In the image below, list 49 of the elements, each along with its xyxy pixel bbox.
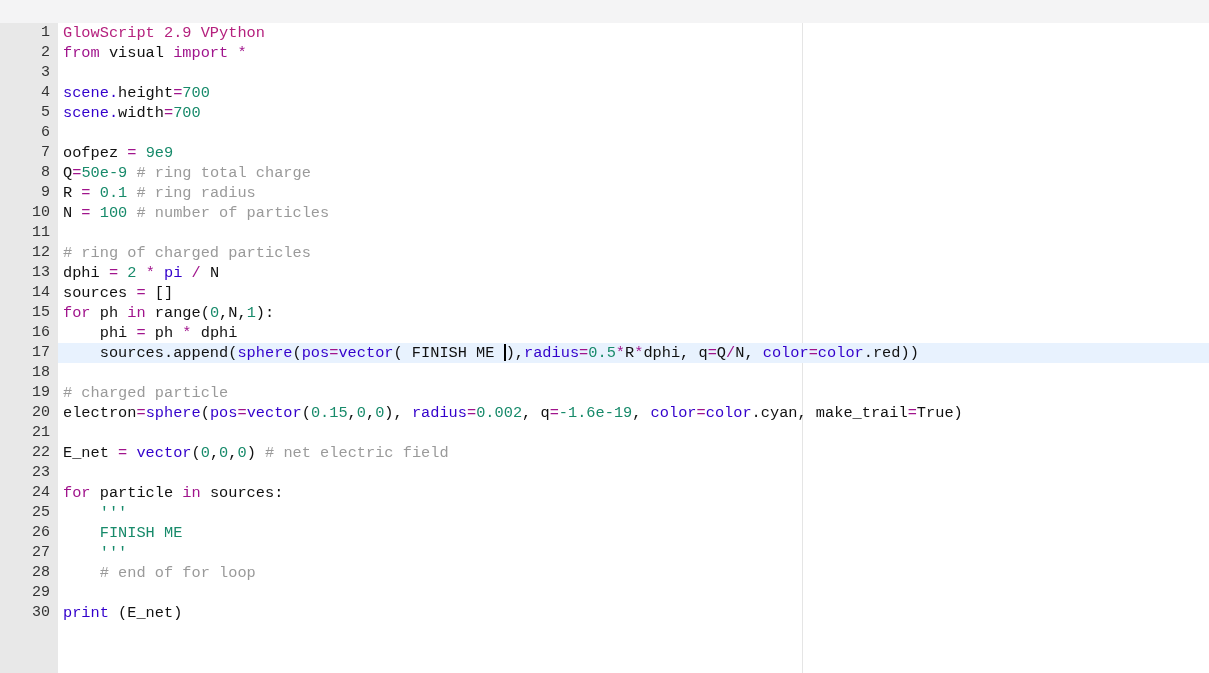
line-number: 13	[31, 263, 51, 283]
line-number: 11	[31, 223, 51, 243]
line-number: 23	[31, 463, 51, 483]
line-number: 30	[31, 603, 51, 623]
line-number: 14	[31, 283, 51, 303]
code-line[interactable]: N = 100 # number of particles	[58, 203, 1209, 223]
line-number: 26	[31, 523, 51, 543]
code-line[interactable]: E_net = vector(0,0,0) # net electric field	[58, 443, 1209, 463]
code-line[interactable]: '''	[58, 543, 1209, 563]
code-line[interactable]: dphi = 2 * pi / N	[58, 263, 1209, 283]
line-number: 21	[31, 423, 51, 443]
code-line[interactable]: phi = ph * dphi	[58, 323, 1209, 343]
line-number: 1	[40, 23, 51, 43]
line-number: 29	[31, 583, 51, 603]
line-number: 20	[31, 403, 51, 423]
line-number: 9	[40, 183, 51, 203]
line-number: 2	[40, 43, 51, 63]
line-number: 15	[31, 303, 51, 323]
code-line[interactable]: electron=sphere(pos=vector(0.15,0,0), radius=0.002, q=-1.6e-19, color=color.cyan, make_trail=True)	[58, 403, 1209, 423]
line-number: 22	[31, 443, 51, 463]
code-line[interactable]: for particle in sources:	[58, 483, 1209, 503]
line-number: 7	[40, 143, 51, 163]
code-line[interactable]: FINISH ME	[58, 523, 1209, 543]
code-line[interactable]: for ph in range(0,N,1):	[58, 303, 1209, 323]
line-number: 25	[31, 503, 51, 523]
line-number: 8	[40, 163, 51, 183]
line-number: 10	[31, 203, 51, 223]
line-number: 6	[40, 123, 51, 143]
code-line[interactable]: R = 0.1 # ring radius	[58, 183, 1209, 203]
code-line[interactable]: '''	[58, 503, 1209, 523]
code-line[interactable]: GlowScript 2.9 VPython	[58, 23, 1209, 43]
code-line[interactable]: scene.width=700	[58, 103, 1209, 123]
line-number: 12	[31, 243, 51, 263]
line-number: 16	[31, 323, 51, 343]
code-line[interactable]: oofpez = 9e9	[58, 143, 1209, 163]
line-number: 17	[31, 343, 51, 363]
code-line[interactable]: from visual import *	[58, 43, 1209, 63]
line-number: 18	[31, 363, 51, 383]
code-line[interactable]: sources = []	[58, 283, 1209, 303]
line-number: 27	[31, 543, 51, 563]
line-number: 4	[40, 83, 51, 103]
line-number: 28	[31, 563, 51, 583]
line-number: 3	[40, 63, 51, 83]
code-line[interactable]: Q=50e-9 # ring total charge	[58, 163, 1209, 183]
code-line[interactable]: scene.height=700	[58, 83, 1209, 103]
line-number: 5	[40, 103, 51, 123]
line-number: 19	[31, 383, 51, 403]
code-line[interactable]: print (E_net)	[58, 603, 1209, 623]
line-number: 24	[31, 483, 51, 503]
